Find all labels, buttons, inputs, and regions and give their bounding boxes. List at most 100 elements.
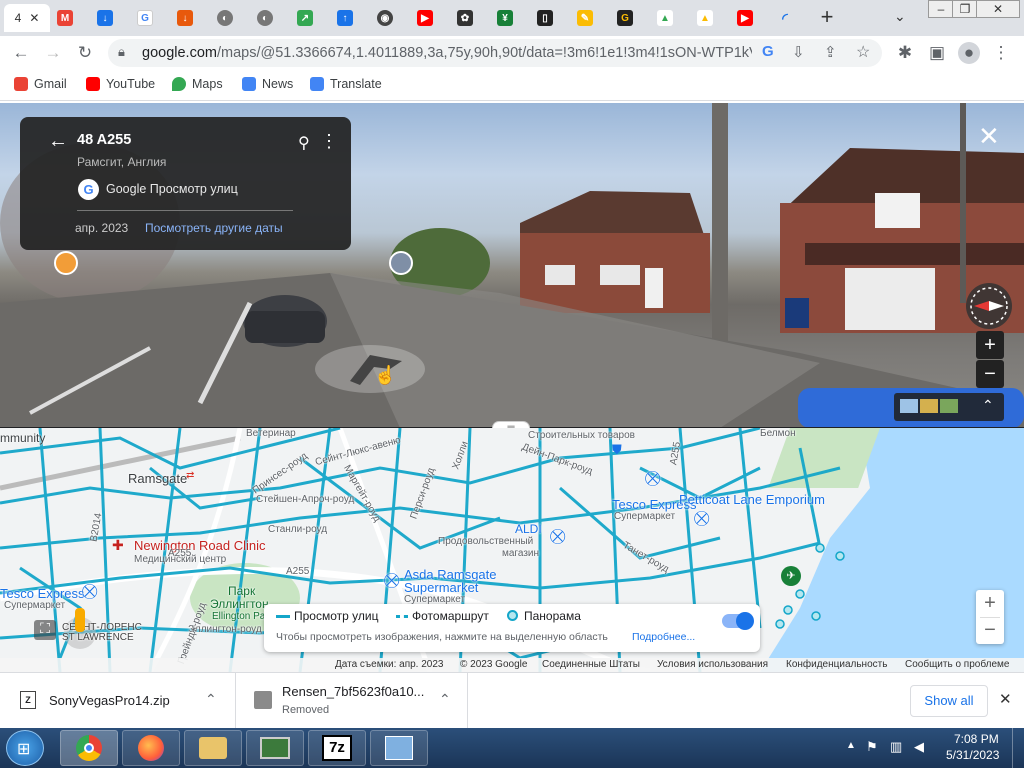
url-text[interactable]: google.com/maps/@51.3366674,1.4011889,3a… <box>142 45 752 61</box>
tab-app-4[interactable]: G <box>612 4 638 32</box>
tab-chrome[interactable]: ◉ <box>372 4 398 32</box>
restore-button[interactable]: ❐ <box>952 0 978 18</box>
network-icon[interactable]: ▥ <box>890 739 902 755</box>
tab-drive-1[interactable]: ▲ <box>652 4 678 32</box>
tab-share[interactable]: ↗ <box>292 4 318 32</box>
show-desktop-button[interactable] <box>1012 728 1024 768</box>
close-window-button[interactable]: ✕ <box>976 0 1020 18</box>
expand-icon[interactable]: ⌃ <box>982 397 994 414</box>
shopping-bag-icon[interactable]: ⛒ <box>550 528 565 545</box>
back-icon[interactable]: ← <box>10 42 32 64</box>
map-zoom-out-button[interactable]: − <box>976 617 1004 644</box>
taskbar-explorer[interactable] <box>184 730 242 766</box>
poi-aldi[interactable]: ALDI <box>515 522 542 536</box>
tab-drive-2[interactable]: ▲ <box>692 4 718 32</box>
coverage-toggle[interactable] <box>722 612 754 630</box>
location-pin-icon[interactable]: ⚲ <box>298 133 310 153</box>
map-zoom-in-button[interactable]: + <box>976 590 1004 617</box>
download-item-1[interactable]: Z SonyVegasPro14.zip ⌃ <box>0 673 236 729</box>
street-view-zoom-in-button[interactable]: + <box>976 331 1004 359</box>
tab-download[interactable]: ↓ <box>92 4 118 32</box>
new-tab-button[interactable]: + <box>815 6 839 30</box>
tab-web-1[interactable]: ◐ <box>212 4 238 32</box>
start-button[interactable]: ⊞ <box>6 730 44 766</box>
tab-loading[interactable]: ◜ <box>772 4 798 32</box>
close-street-view-icon[interactable]: ✕ <box>978 123 1000 149</box>
shopping-cart-icon[interactable]: ⛒ <box>694 510 709 527</box>
street-view-panorama[interactable]: ← 48 A255 Рамсгит, Англия ⚲ ⋮ G Google П… <box>0 103 1024 428</box>
download-item-2[interactable]: Rensen_7bf5623f0a10... Removed ⌃ <box>236 673 468 729</box>
extensions-icon[interactable]: ✱ <box>894 42 916 64</box>
footer-privacy[interactable]: Конфиденциальность <box>786 659 887 670</box>
chevron-up-icon[interactable]: ⌃ <box>205 691 217 708</box>
tab-youtube[interactable]: ▶ <box>412 4 438 32</box>
taskbar-app[interactable] <box>246 730 304 766</box>
shopping-cart-icon[interactable]: ⛒ <box>645 470 660 487</box>
tab-web-2[interactable]: ◐ <box>252 4 278 32</box>
footer-report[interactable]: Сообщить о проблеме <box>905 659 1009 670</box>
minimize-button[interactable]: – <box>928 0 954 18</box>
poi-asda-line2[interactable]: Supermarket <box>404 580 478 595</box>
tab-search-icon[interactable]: ⌄ <box>894 8 906 25</box>
tray-expand-icon[interactable]: ▲ <box>846 740 856 751</box>
more-vert-icon[interactable]: ⋮ <box>320 131 338 152</box>
park-label[interactable]: Эллингтон <box>210 597 269 611</box>
profile-avatar[interactable]: ● <box>958 42 980 64</box>
tab-upload[interactable]: ↑ <box>332 4 358 32</box>
street-view-zoom-out-button[interactable]: − <box>976 360 1004 388</box>
poi-tesco-express-1[interactable]: Tesco Express <box>0 586 85 601</box>
thumbnail[interactable] <box>900 399 918 413</box>
place-marker-icon[interactable]: ✈ <box>781 566 801 586</box>
tab-app-3[interactable]: ✎ <box>572 4 598 32</box>
taskbar-control-panel[interactable] <box>370 730 428 766</box>
compass-icon[interactable] <box>966 283 1012 329</box>
poi-petticoat-lane[interactable]: Petticoat Lane Emporium <box>679 492 825 507</box>
park-label[interactable]: Парк <box>228 584 255 598</box>
bookmark-translate[interactable]: Translate <box>310 77 382 91</box>
poi-newington-clinic[interactable]: Newington Road Clinic <box>134 538 266 553</box>
footer-terms[interactable]: Условия использования <box>657 659 768 670</box>
pegman-icon[interactable] <box>75 608 85 632</box>
address-bar[interactable]: 🔒︎ google.com/maps/@51.3366674,1.4011889… <box>108 39 882 67</box>
learn-more-link[interactable]: Подробнее... <box>632 631 695 643</box>
taskbar-7zip[interactable]: 7z <box>308 730 366 766</box>
thumbnail[interactable] <box>920 399 938 413</box>
bookmark-news[interactable]: News <box>242 77 293 91</box>
tab-sheets[interactable]: ¥ <box>492 4 518 32</box>
fullscreen-icon[interactable]: ⛶ <box>34 620 56 640</box>
hospital-icon[interactable]: ✚ <box>112 537 124 554</box>
tab-gmail[interactable]: M <box>52 4 78 32</box>
menu-icon[interactable]: ⋮ <box>990 42 1012 64</box>
tab-app-2[interactable]: ▯ <box>532 4 558 32</box>
show-all-button[interactable]: Show all <box>910 685 988 717</box>
tab-active[interactable]: 4 ✕ <box>4 4 50 32</box>
tab-download-2[interactable]: ↓ <box>172 4 198 32</box>
other-dates-link[interactable]: Посмотреть другие даты <box>145 221 283 235</box>
star-icon[interactable]: ☆ <box>856 42 870 62</box>
clock-time[interactable]: 7:08 PM <box>954 732 999 746</box>
thumbnail-strip[interactable]: ⌃ <box>894 393 1004 421</box>
install-icon[interactable]: ⇩ <box>792 43 805 61</box>
tab-youtube-2[interactable]: ▶ <box>732 4 758 32</box>
shopping-cart-icon[interactable]: ⛒ <box>384 572 399 589</box>
shop-icon[interactable]: ⛊ <box>612 442 622 458</box>
close-icon[interactable]: ✕ <box>29 11 39 25</box>
reload-icon[interactable]: ↻ <box>74 42 96 64</box>
bookmark-maps[interactable]: Maps <box>172 77 223 91</box>
taskbar-chrome[interactable] <box>60 730 118 766</box>
action-center-icon[interactable]: ⚑ <box>866 739 878 755</box>
side-panel-icon[interactable]: ▣ <box>926 42 948 64</box>
map-label-ramsgate[interactable]: Ramsgate <box>128 471 187 486</box>
bookmark-youtube[interactable]: YouTube <box>86 77 155 91</box>
volume-icon[interactable]: ◀︎ <box>914 739 924 755</box>
thumbnail[interactable] <box>940 399 958 413</box>
clock-date[interactable]: 5/31/2023 <box>946 748 999 762</box>
tab-app-1[interactable]: ✿ <box>452 4 478 32</box>
google-lens-icon[interactable]: G <box>762 43 774 60</box>
close-shelf-icon[interactable]: ✕ <box>999 690 1012 708</box>
share-icon[interactable]: ⇪ <box>824 43 837 61</box>
chevron-up-icon[interactable]: ⌃ <box>439 691 451 708</box>
taskbar-firefox[interactable] <box>122 730 180 766</box>
footer-country[interactable]: Соединенные Штаты <box>542 659 640 670</box>
forward-icon[interactable]: → <box>42 42 64 64</box>
